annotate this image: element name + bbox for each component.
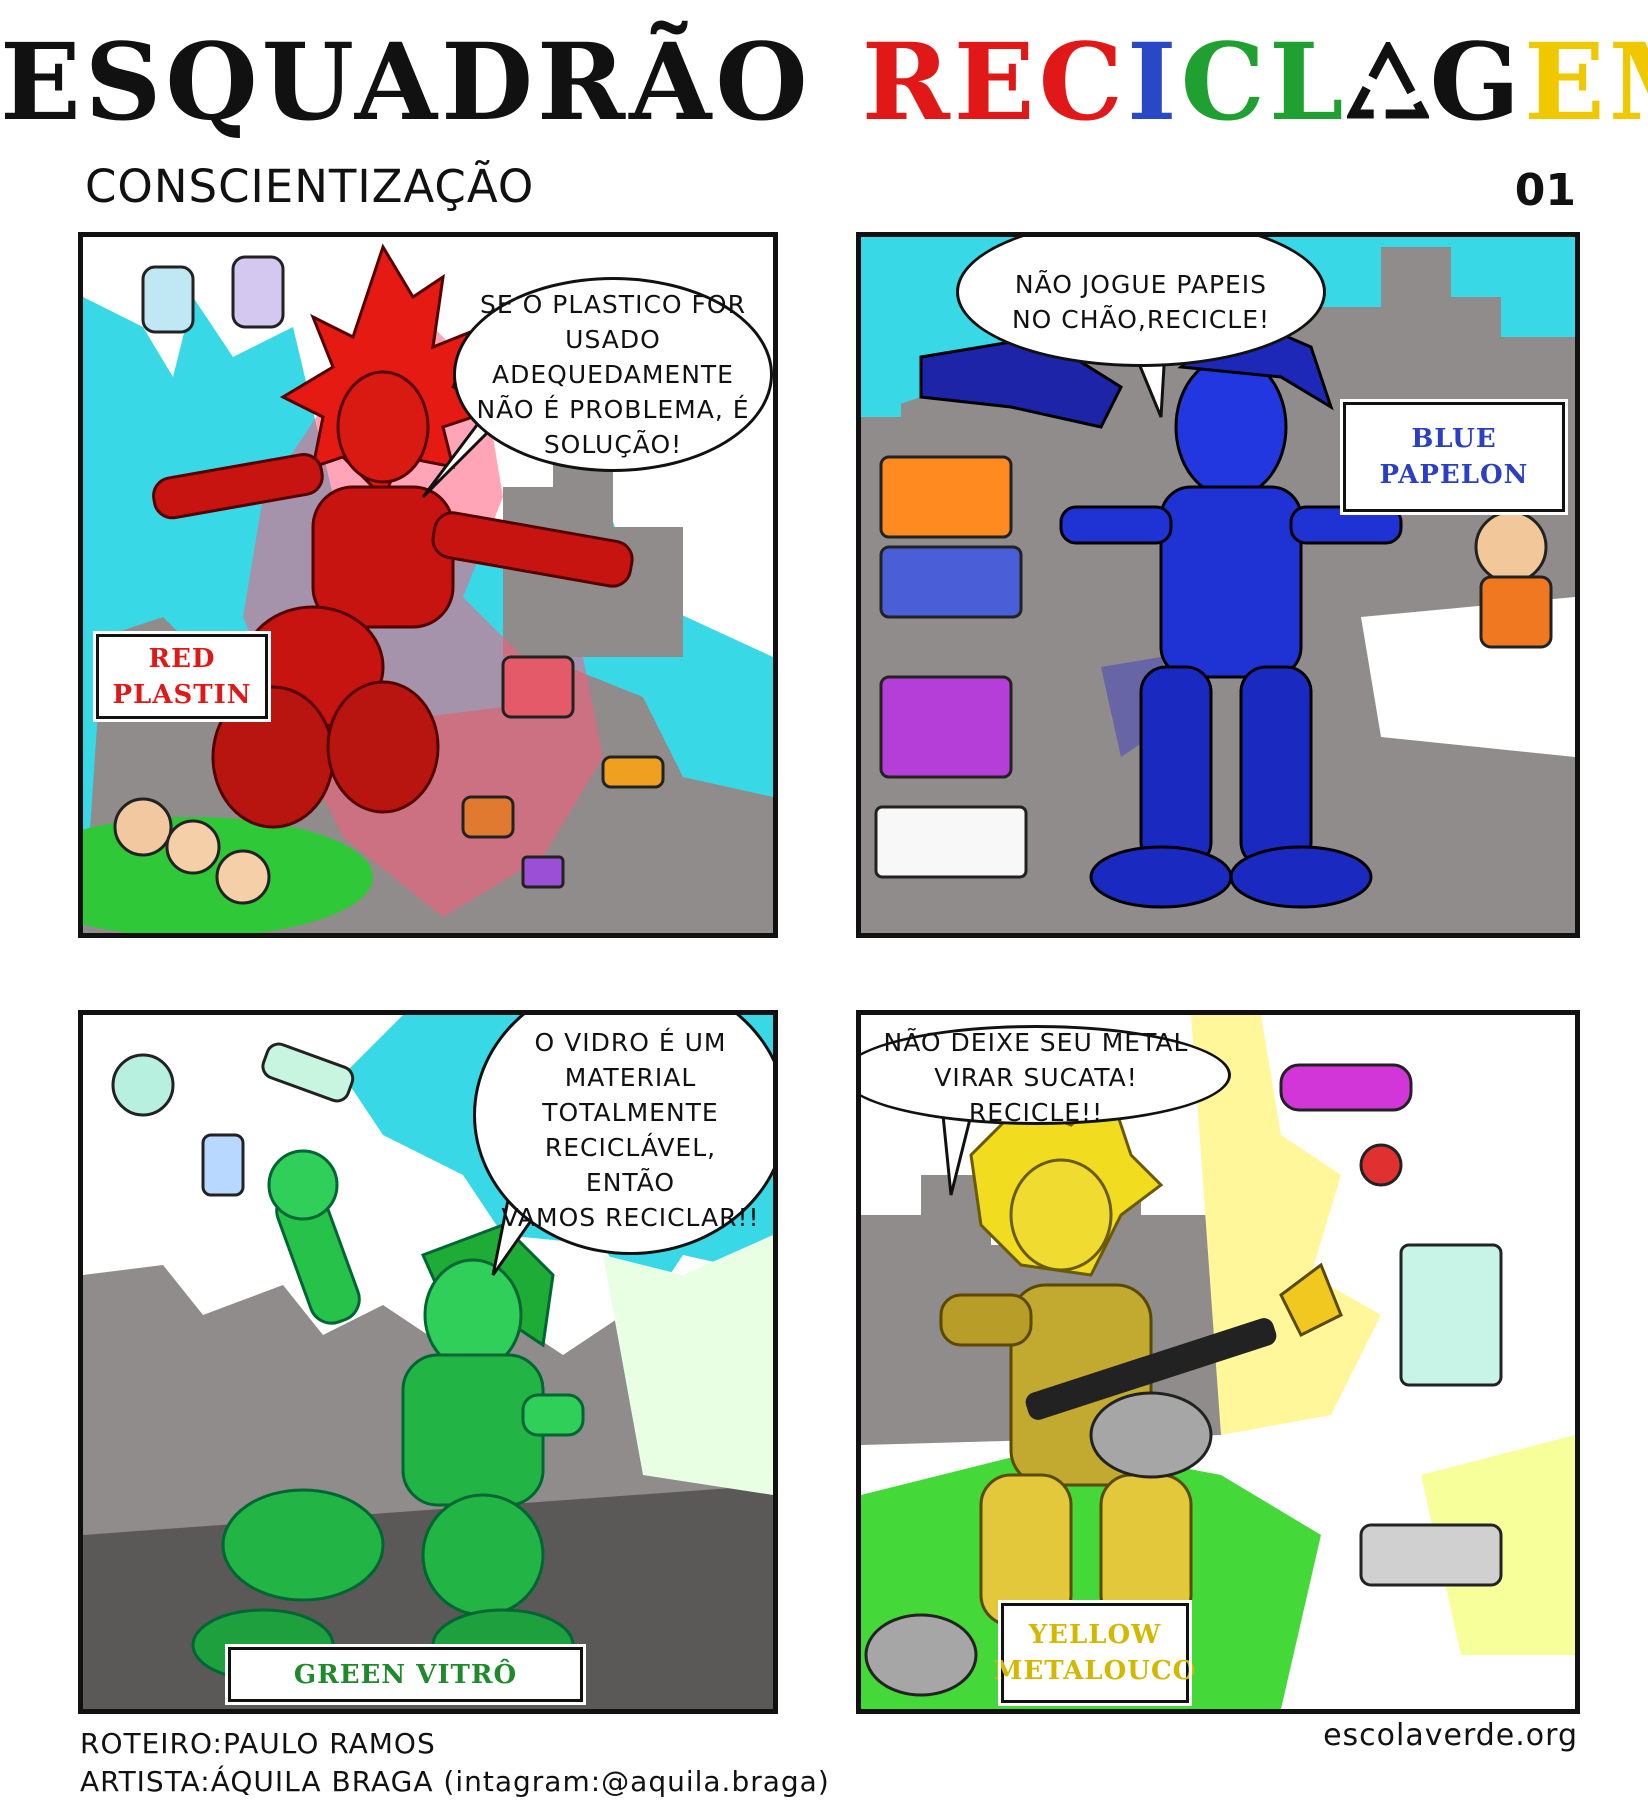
title-squad-word: ESQUADRÃO xyxy=(0,19,812,144)
panel-green-vitro: O VIDRO É UM MATERIAL TOTALMENTE RECICLÁVEL… xyxy=(78,1010,778,1714)
website-link[interactable]: escolaverde.org xyxy=(1323,1718,1578,1753)
comic-title: ESQUADRÃORECICLÁGEM xyxy=(0,22,1648,151)
episode-subtitle: CONSCIENTIZAÇÃO xyxy=(85,160,535,213)
panel-yellow-metalouco: NÃO DEIXE SEU METAL VIRAR SUCATA! RECICLE… xyxy=(856,1010,1580,1714)
yellow-metalouco-nameplate: YELLOW METALOUCO xyxy=(994,1600,1195,1706)
page-number: 01 xyxy=(1514,165,1576,216)
recycle-triangle-icon: Á xyxy=(1345,31,1431,151)
title-letter: G xyxy=(1429,19,1524,144)
title-letter: I xyxy=(1126,19,1181,144)
title-letter: C xyxy=(1038,19,1127,144)
artist-credit: ARTISTA:ÁQUILA BRAGA (intagram:@aquila.b… xyxy=(80,1765,830,1798)
title-letter: L xyxy=(1268,19,1348,144)
green-vitro-nameplate: GREEN VITRÔ xyxy=(225,1644,586,1705)
green-speech-bubble: O VIDRO É UM MATERIAL TOTALMENTE RECICLÁVEL… xyxy=(473,1015,773,1255)
title-letter: E xyxy=(1524,19,1609,144)
title-recycle-word: RECICLÁGEM xyxy=(862,19,1648,144)
title-letter: R xyxy=(861,19,954,144)
panel-blue-papelon: NÃO JOGUE PAPEIS NO CHÃO,RECICLE! BLUE PAP… xyxy=(856,232,1580,938)
title-letter: E xyxy=(953,19,1039,144)
yellow-speech-bubble: NÃO DEIXE SEU METAL VIRAR SUCATA! RECICLE… xyxy=(861,1025,1231,1127)
title-letter: C xyxy=(1180,19,1269,144)
panel-red-plastin: SE O PLASTICO FOR USADO ADEQUEDAMENTE NÃO … xyxy=(78,232,778,938)
script-credit: ROTEIRO:PAULO RAMOS xyxy=(80,1727,436,1760)
red-plastin-nameplate: RED PLASTIN xyxy=(93,631,271,722)
blue-papelon-nameplate: BLUE PAPELON xyxy=(1340,399,1568,515)
red-speech-bubble: SE O PLASTICO FOR USADO ADEQUEDAMENTE NÃO … xyxy=(453,277,773,472)
title-letter: M xyxy=(1609,19,1648,144)
